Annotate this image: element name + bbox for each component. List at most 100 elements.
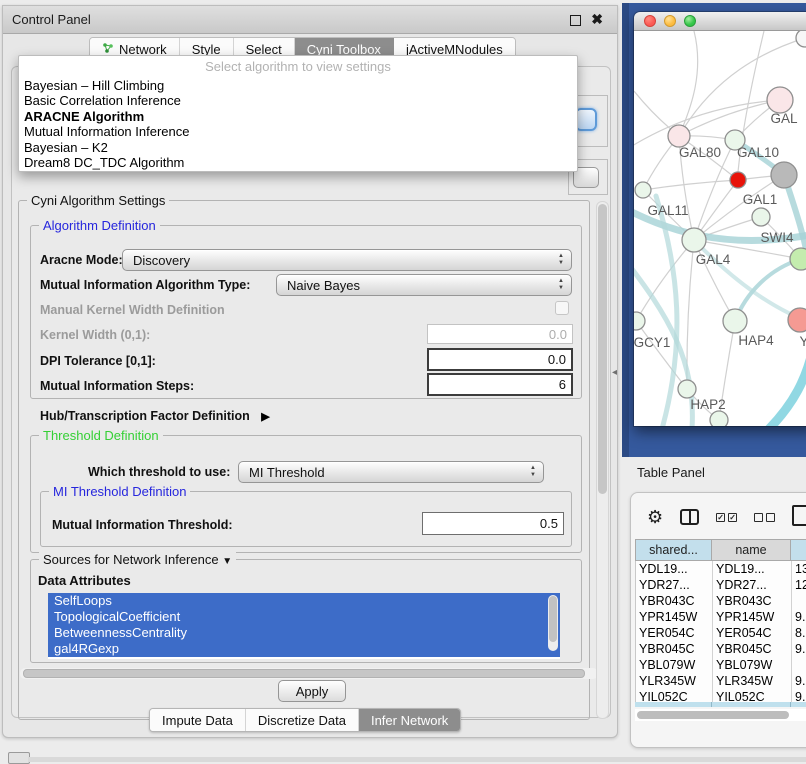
column-header-extra[interactable] bbox=[791, 539, 806, 561]
algorithm-option-aracne-algorithm[interactable]: ARACNE Algorithm bbox=[19, 109, 577, 124]
attribute-item-topologicalcoefficient[interactable]: TopologicalCoefficient bbox=[48, 609, 560, 625]
select-all-checks-icon[interactable]: ✓✓ bbox=[716, 513, 737, 522]
mi-threshold-input[interactable]: 0.5 bbox=[422, 512, 564, 535]
table-cell: YER054C bbox=[713, 625, 792, 641]
network-canvas[interactable]: GALGAL80GAL10GAL1GAL11GAL4SWI4GCY1HAP4YH… bbox=[634, 31, 806, 426]
column-browser-icon[interactable] bbox=[680, 509, 699, 525]
clipped-row-segment bbox=[712, 702, 791, 707]
table-row[interactable]: YIL052CYIL052C9. bbox=[636, 689, 806, 702]
algorithm-option-bayesian-hill-climbing[interactable]: Bayesian – Hill Climbing bbox=[19, 78, 577, 93]
unselect-all-checks-icon[interactable] bbox=[754, 513, 775, 522]
network-node-gal11[interactable] bbox=[635, 182, 651, 198]
horizontal-scrollbar-thumb[interactable] bbox=[23, 669, 585, 678]
table-row[interactable]: YER054CYER054C8. bbox=[636, 625, 806, 641]
table-cell: 9. bbox=[792, 689, 806, 702]
close-icon[interactable]: ✖ bbox=[591, 11, 603, 28]
bottom-tab-discretize-data[interactable]: Discretize Data bbox=[246, 709, 359, 731]
minimize-traffic-light[interactable] bbox=[664, 15, 676, 27]
column-header-shared[interactable]: shared... bbox=[635, 539, 712, 561]
table-document-icon[interactable] bbox=[792, 505, 806, 526]
network-window-titlebar[interactable] bbox=[634, 12, 806, 31]
network-node-gal4[interactable] bbox=[682, 228, 706, 252]
network-node[interactable] bbox=[771, 162, 797, 188]
node-table: shared...name YDL19...YDL19...13YDR27...… bbox=[635, 539, 806, 707]
float-window-icon[interactable] bbox=[570, 15, 581, 26]
table-row[interactable]: YLR345WYLR345W9. bbox=[636, 673, 806, 689]
table-row[interactable]: YDR27...YDR27...12 bbox=[636, 577, 806, 593]
control-panel-title: Control Panel bbox=[3, 12, 91, 27]
bottom-corner-button[interactable] bbox=[8, 752, 30, 764]
dpi-tolerance-input[interactable]: 0.0 bbox=[427, 348, 573, 371]
sources-group-title[interactable]: Sources for Network Inference ▼ bbox=[39, 552, 236, 567]
settings-horizontal-scrollbar[interactable] bbox=[20, 668, 598, 679]
table-row[interactable]: YPR145WYPR145W9. bbox=[636, 609, 806, 625]
list-scrollbar-thumb[interactable] bbox=[549, 596, 557, 642]
attribute-item-selfloops[interactable]: SelfLoops bbox=[48, 593, 560, 609]
bottom-tab-impute-data[interactable]: Impute Data bbox=[150, 709, 246, 731]
column-header-name[interactable]: name bbox=[712, 539, 791, 561]
hub-definition-expander[interactable]: Hub/Transcription Factor Definition ▶ bbox=[40, 409, 270, 423]
network-edge[interactable] bbox=[679, 31, 698, 136]
data-attributes-list[interactable]: SelfLoopsTopologicalCoefficientBetweenne… bbox=[48, 593, 560, 659]
network-node[interactable] bbox=[796, 31, 806, 47]
close-traffic-light[interactable] bbox=[644, 15, 656, 27]
table-scrollbar-thumb[interactable] bbox=[637, 711, 789, 719]
table-row[interactable]: YDL19...YDL19...13 bbox=[636, 561, 806, 577]
network-node-gal80[interactable] bbox=[668, 125, 690, 147]
table-cell: YBL079W bbox=[713, 657, 792, 673]
mi-algorithm-type-select[interactable]: Naive Bayes ▲▼ bbox=[276, 274, 572, 296]
node-label-gal80: GAL80 bbox=[679, 145, 721, 160]
settings-vertical-scrollbar[interactable] bbox=[596, 201, 609, 719]
network-node[interactable] bbox=[710, 411, 728, 426]
network-node-y[interactable] bbox=[788, 308, 806, 332]
attribute-item-gal4rgexp[interactable]: gal4RGexp bbox=[48, 641, 560, 657]
cyni-bottom-tabs: Impute DataDiscretize DataInfer Network bbox=[149, 708, 461, 732]
network-node-gcy1[interactable] bbox=[634, 312, 645, 330]
algorithm-option-bayesian-k2[interactable]: Bayesian – K2 bbox=[19, 140, 577, 155]
sources-title-text: Sources for Network Inference bbox=[43, 552, 219, 567]
network-node-hap4[interactable] bbox=[723, 309, 747, 333]
network-edge[interactable] bbox=[634, 100, 780, 151]
network-edge[interactable] bbox=[636, 321, 687, 389]
mi-steps-input[interactable]: 6 bbox=[427, 373, 573, 396]
node-label-gal10: GAL10 bbox=[737, 145, 779, 160]
aracne-mode-select[interactable]: Discovery ▲▼ bbox=[122, 249, 572, 271]
table-cell: 9. bbox=[792, 641, 806, 657]
network-node-gal1[interactable] bbox=[752, 208, 770, 226]
mi-algorithm-type-label: Mutual Information Algorithm Type: bbox=[40, 278, 250, 292]
list-scrollbar[interactable] bbox=[548, 595, 558, 651]
table-row[interactable]: YBR045CYBR045C9. bbox=[636, 641, 806, 657]
vertical-scrollbar-thumb[interactable] bbox=[598, 204, 607, 494]
algorithm-option-dream8-dc-tdc-algorithm[interactable]: Dream8 DC_TDC Algorithm bbox=[19, 155, 577, 170]
expand-right-icon: ▶ bbox=[261, 411, 269, 423]
node-label-y: Y bbox=[799, 334, 806, 349]
kernel-width-input[interactable]: 0.0 bbox=[427, 324, 573, 344]
algorithm-dropdown-placeholder: Select algorithm to view settings bbox=[19, 56, 577, 78]
attribute-item-betweennesscentrality[interactable]: BetweennessCentrality bbox=[48, 625, 560, 641]
dpi-tolerance-label: DPI Tolerance [0,1]: bbox=[40, 354, 156, 368]
gear-icon[interactable]: ⚙ bbox=[647, 508, 663, 526]
apply-button[interactable]: Apply bbox=[278, 680, 346, 702]
node-label-gal4: GAL4 bbox=[696, 252, 731, 267]
network-node-hap2[interactable] bbox=[678, 380, 696, 398]
network-node[interactable] bbox=[730, 172, 746, 188]
panel-splitter-collapse-icon[interactable]: ◂ bbox=[612, 367, 617, 378]
network-edge[interactable] bbox=[636, 240, 694, 321]
hidden-combo-focus-fragment bbox=[575, 108, 597, 131]
manual-kernel-width-checkbox[interactable] bbox=[555, 301, 569, 315]
network-view-window: GALGAL80GAL10GAL1GAL11GAL4SWI4GCY1HAP4YH… bbox=[634, 12, 806, 426]
which-threshold-select[interactable]: MI Threshold ▲▼ bbox=[238, 461, 544, 483]
network-node-gal[interactable] bbox=[767, 87, 793, 113]
bottom-tab-infer-network[interactable]: Infer Network bbox=[359, 709, 460, 731]
network-edge-weighted[interactable] bbox=[769, 349, 806, 426]
network-edge[interactable] bbox=[643, 180, 738, 190]
network-node-swi4[interactable] bbox=[790, 248, 806, 270]
algorithm-option-basic-correlation-inference[interactable]: Basic Correlation Inference bbox=[19, 93, 577, 108]
algorithm-option-mutual-information-inference[interactable]: Mutual Information Inference bbox=[19, 124, 577, 139]
network-edge[interactable] bbox=[679, 100, 780, 136]
table-row[interactable]: YBR043CYBR043C bbox=[636, 593, 806, 609]
table-horizontal-scrollbar[interactable] bbox=[635, 709, 806, 721]
table-row[interactable]: YBL079WYBL079W bbox=[636, 657, 806, 673]
zoom-traffic-light[interactable] bbox=[684, 15, 696, 27]
table-cell: YER054C bbox=[636, 625, 713, 641]
